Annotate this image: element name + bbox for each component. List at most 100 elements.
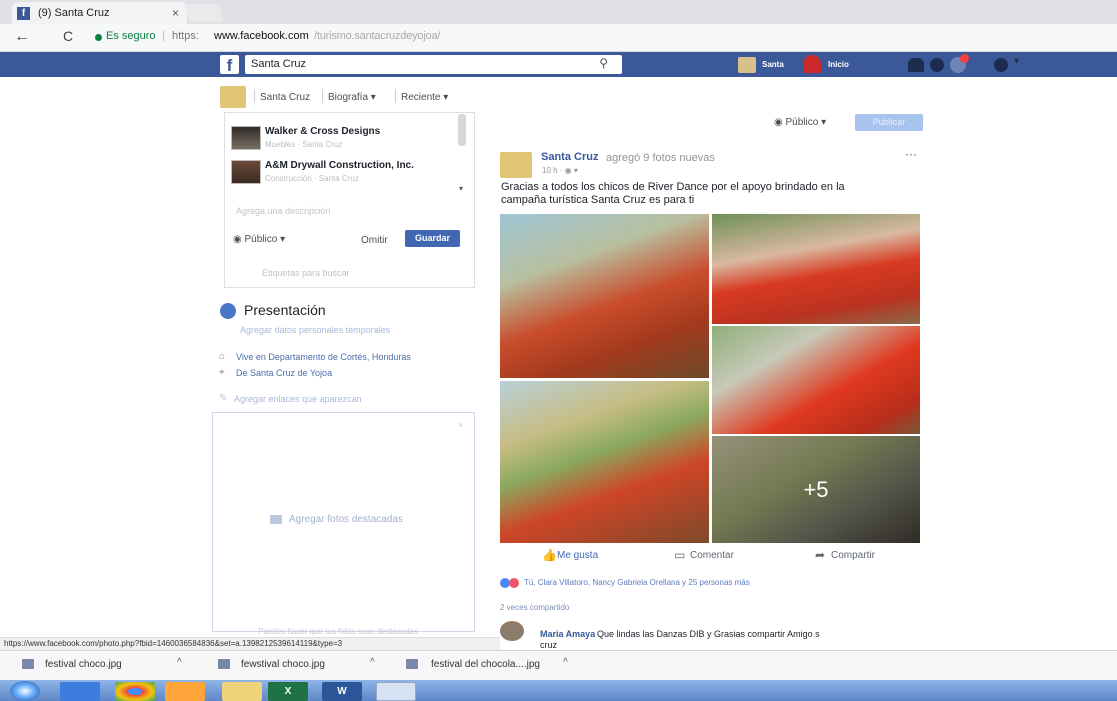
reactions-summary[interactable]: Tú, Clara Villatoro, Nancy Gabriela Orel…: [524, 578, 750, 587]
post-author[interactable]: Santa Cruz: [541, 151, 598, 163]
lock-icon: [95, 34, 102, 41]
search-icon[interactable]: ⚲: [599, 56, 608, 70]
profile-avatar[interactable]: [738, 57, 756, 73]
new-tab-button[interactable]: [183, 4, 225, 22]
intro-title: Presentación: [244, 302, 326, 318]
download-shelf: [0, 650, 1117, 680]
excel-icon[interactable]: X: [268, 682, 308, 701]
omit-button[interactable]: Omitir: [361, 235, 388, 246]
card-scrollbar[interactable]: [458, 114, 466, 146]
like-button[interactable]: Me gusta: [557, 550, 598, 561]
suggestion-subtitle: Muebles · Santa Cruz: [265, 140, 343, 149]
close-icon[interactable]: ×: [458, 420, 463, 430]
url-host[interactable]: www.facebook.com: [214, 30, 309, 42]
composer-privacy-selector[interactable]: ◉ Público ▾: [774, 117, 826, 128]
suggestion-subtitle: Construcción · Santa Cruz: [265, 174, 359, 183]
word-icon[interactable]: W: [322, 682, 362, 701]
post-author-avatar[interactable]: [500, 152, 532, 178]
crumb-biography[interactable]: Biografía ▾: [328, 92, 376, 103]
suggestion-title[interactable]: Walker & Cross Designs: [265, 126, 380, 137]
reload-icon[interactable]: C: [63, 28, 73, 44]
image-viewer-icon[interactable]: [376, 682, 416, 701]
scroll-down-icon[interactable]: ▾: [459, 184, 463, 193]
image-file-icon: [406, 659, 418, 669]
lives-in-link[interactable]: Vive en Departamento de Cortés, Honduras: [236, 352, 411, 362]
friend-requests-icon[interactable]: [908, 58, 924, 72]
address-bar-row: ← C Es seguro | https: www.facebook.com …: [0, 24, 1117, 52]
crumb-recent[interactable]: Reciente ▾: [401, 92, 448, 103]
hometown-link[interactable]: De Santa Cruz de Yojoa: [236, 368, 332, 378]
post-photo[interactable]: [712, 326, 920, 434]
post-options-icon[interactable]: ···: [905, 147, 917, 161]
search-value: Santa Cruz: [251, 58, 307, 70]
commenter-avatar[interactable]: [500, 621, 524, 641]
share-icon[interactable]: ➦: [815, 548, 825, 562]
help-icon[interactable]: [994, 58, 1008, 72]
suggestion-title[interactable]: A&M Drywall Construction, Inc.: [265, 160, 414, 171]
facebook-logo-icon[interactable]: f: [220, 55, 239, 75]
home-icon: ⌂: [219, 351, 226, 362]
featured-photos-note: Puedes hacer que tus fotos sean destacad…: [258, 627, 419, 636]
add-links-link[interactable]: Agregar enlaces que aparezcan: [234, 394, 362, 404]
home-link[interactable]: Inicio: [828, 60, 849, 69]
composer-privacy-label: Público ▾: [785, 117, 827, 128]
add-featured-photos-button[interactable]: Agregar fotos destacadas: [289, 514, 403, 525]
profile-link[interactable]: Santa: [762, 60, 784, 69]
tag-link[interactable]: Etiquetas para buscar: [262, 268, 350, 278]
secure-label[interactable]: Es seguro: [106, 30, 156, 42]
crumb-page-name[interactable]: Santa Cruz: [260, 92, 310, 103]
crumb-divider: [322, 89, 323, 103]
share-button[interactable]: Compartir: [831, 550, 875, 561]
chrome-icon[interactable]: [115, 682, 155, 701]
love-reaction-icon[interactable]: [509, 578, 519, 588]
page-avatar[interactable]: [220, 86, 246, 108]
more-photos-overlay[interactable]: +5: [712, 436, 920, 543]
post-timestamp[interactable]: 10 h · ◉ ▾: [542, 166, 578, 175]
post-text: Gracias a todos los chicos de River Danc…: [501, 181, 845, 206]
suggestion-thumbnail[interactable]: [231, 126, 261, 150]
media-player-icon[interactable]: [165, 682, 205, 701]
comment-text: Que lindas las Danzas DIB y Grasias comp…: [597, 629, 820, 639]
back-arrow-icon[interactable]: ←: [14, 28, 30, 46]
download-item[interactable]: festival choco.jpg: [45, 659, 122, 670]
messenger-icon[interactable]: [930, 58, 944, 72]
like-icon[interactable]: 👍: [542, 548, 557, 562]
globe-icon: ◉: [233, 234, 245, 245]
globe-icon: ◉: [774, 117, 786, 128]
add-temporary-info-link[interactable]: Agregar datos personales temporales: [240, 325, 390, 335]
tab-title: (9) Santa Cruz: [38, 7, 110, 19]
status-bar-url: https://www.facebook.com/photo.php?fbid=…: [0, 637, 500, 650]
image-file-icon: [22, 659, 34, 669]
home-crown-icon[interactable]: [803, 55, 821, 73]
suggestion-thumbnail[interactable]: [231, 160, 261, 184]
start-button[interactable]: [10, 681, 40, 701]
post-action: agregó 9 fotos nuevas: [606, 152, 715, 164]
privacy-selector[interactable]: ◉ Público ▾: [233, 234, 285, 245]
description-input[interactable]: Agrega una descripción: [236, 206, 331, 216]
folder-icon[interactable]: [222, 682, 262, 701]
url-protocol[interactable]: https:: [172, 30, 199, 42]
comment-icon[interactable]: ▭: [674, 548, 685, 562]
account-menu-caret-icon[interactable]: ▾: [1014, 56, 1019, 67]
save-button[interactable]: Guardar: [405, 230, 460, 247]
internet-explorer-icon[interactable]: [60, 682, 100, 701]
download-item[interactable]: fewstival choco.jpg: [241, 659, 325, 670]
post-photo[interactable]: [712, 214, 920, 324]
post-photo[interactable]: [500, 381, 709, 543]
globe-icon: [220, 303, 236, 319]
search-input[interactable]: Santa Cruz ⚲: [245, 55, 622, 74]
comment-author[interactable]: Maria Amaya: [540, 629, 595, 639]
featured-suggestions-card: [224, 112, 475, 288]
download-menu-caret-icon[interactable]: ^: [370, 657, 375, 668]
url-path[interactable]: /turismo.santacruzdeyojoa/: [314, 30, 440, 42]
download-menu-caret-icon[interactable]: ^: [563, 657, 568, 668]
download-item[interactable]: festival del chocola....jpg: [431, 659, 540, 670]
comment-button[interactable]: Comentar: [690, 550, 734, 561]
crumb-divider: [395, 89, 396, 103]
publish-button[interactable]: Publicar: [855, 114, 923, 131]
post-photo[interactable]: [500, 214, 709, 378]
tab-close-icon[interactable]: ×: [172, 2, 179, 24]
browser-tab[interactable]: f (9) Santa Cruz ×: [12, 2, 187, 24]
shares-count[interactable]: 2 veces compartido: [500, 603, 569, 612]
download-menu-caret-icon[interactable]: ^: [177, 657, 182, 668]
